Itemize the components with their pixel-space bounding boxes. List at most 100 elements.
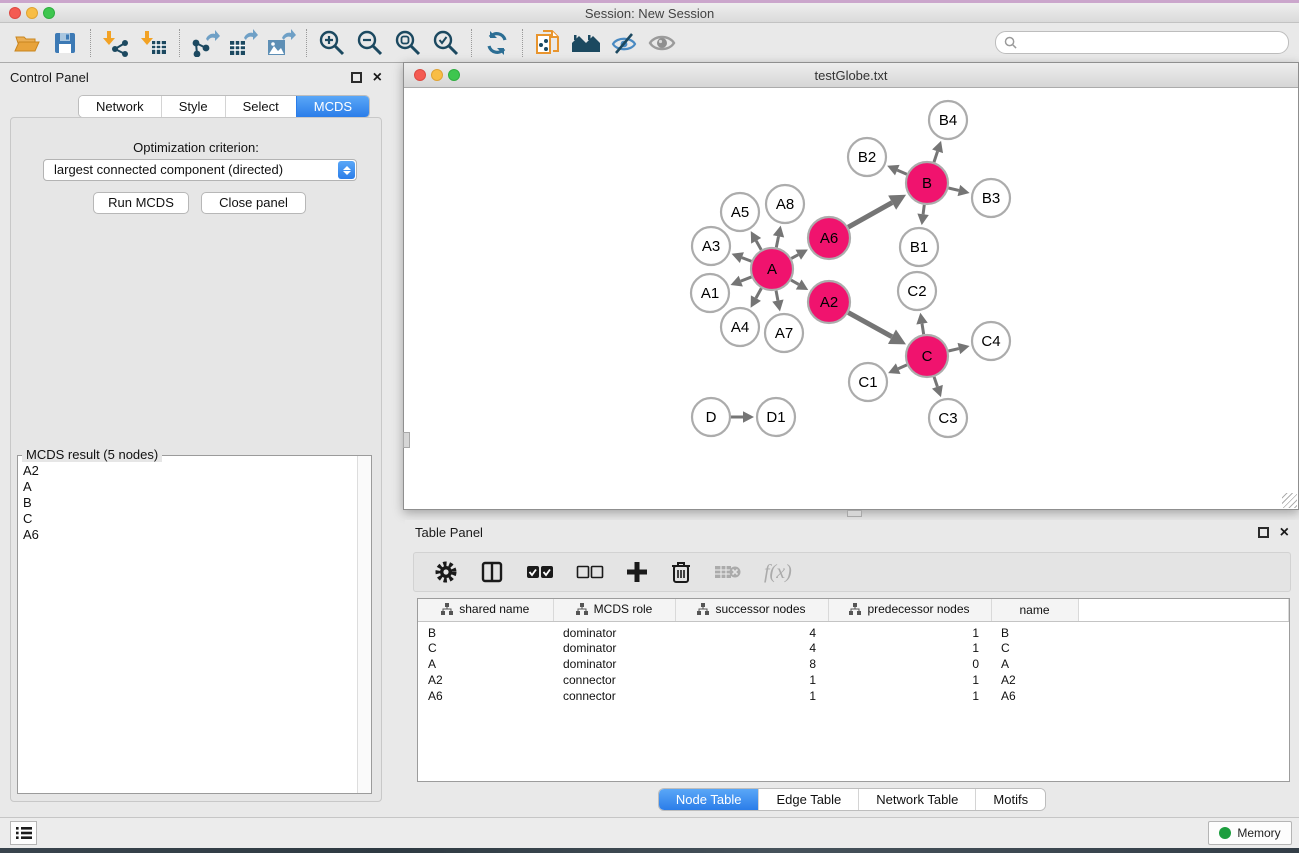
graph-edge-B-B2[interactable]: [897, 170, 907, 174]
graph-edge-A-A1[interactable]: [741, 277, 752, 281]
tab-style[interactable]: Style: [161, 96, 225, 117]
mcds-result-item[interactable]: B: [23, 495, 356, 511]
memory-button[interactable]: Memory: [1208, 821, 1292, 845]
graph-edge-C-C1[interactable]: [898, 365, 907, 369]
table-row[interactable]: A2connector 11 A2: [418, 672, 1289, 688]
column-header-predecessor-nodes[interactable]: predecessor nodes: [828, 599, 991, 621]
graph-node-label: A8: [776, 196, 794, 213]
criterion-select[interactable]: largest connected component (directed): [43, 159, 357, 181]
graph-node-label: A4: [731, 319, 749, 336]
graph-edge-A-A8[interactable]: [776, 236, 778, 247]
table-row[interactable]: Bdominator 41 B: [418, 621, 1289, 640]
zoom-in-button[interactable]: [313, 27, 351, 59]
graph-edge-A-A6[interactable]: [791, 255, 798, 259]
graph-edge-A-A2[interactable]: [791, 280, 799, 284]
column-header-shared-name[interactable]: shared name: [418, 599, 553, 621]
clone-network-button[interactable]: [529, 27, 567, 59]
graph-edge-C-C3[interactable]: [934, 377, 937, 387]
save-disk-icon: [52, 30, 78, 56]
float-table-panel-icon[interactable]: [1258, 527, 1269, 538]
open-session-button[interactable]: [8, 27, 46, 59]
tab-node-table[interactable]: Node Table: [659, 789, 759, 810]
tab-network-table[interactable]: Network Table: [858, 789, 975, 810]
zoom-fit-button[interactable]: [389, 27, 427, 59]
show-graphics-button[interactable]: [643, 27, 681, 59]
table-row[interactable]: Cdominator 41 C: [418, 640, 1289, 656]
graph-edge-A6-B[interactable]: [848, 203, 892, 228]
delete-column-trash-icon[interactable]: [670, 560, 692, 584]
table-panel: Table Panel ×: [405, 520, 1299, 815]
graph-edge-arrowhead: [958, 185, 970, 196]
graph-edge-B-B1[interactable]: [923, 205, 924, 214]
mcds-result-list[interactable]: A2ABCA6: [19, 459, 356, 792]
column-header-name[interactable]: name: [991, 599, 1078, 621]
add-column-icon[interactable]: [626, 561, 648, 583]
home-button[interactable]: [567, 27, 605, 59]
graph-node-label: A1: [701, 285, 719, 302]
graph-edge-arrowhead: [772, 300, 783, 312]
main-titlebar: Session: New Session: [0, 3, 1299, 23]
search-field[interactable]: [995, 31, 1289, 54]
table-row[interactable]: Adominator 80 A: [418, 656, 1289, 672]
float-panel-icon[interactable]: [351, 72, 362, 83]
graph-node-label: A5: [731, 204, 749, 221]
tab-edge-table[interactable]: Edge Table: [758, 789, 858, 810]
graph-edge-A2-C[interactable]: [848, 313, 892, 337]
graph-edge-A-A4[interactable]: [756, 288, 761, 298]
graph-edge-A-A5[interactable]: [756, 241, 761, 250]
table-settings-gear-icon[interactable]: [434, 560, 458, 584]
close-table-panel-icon[interactable]: ×: [1280, 523, 1289, 543]
column-header-successor-nodes[interactable]: successor nodes: [675, 599, 828, 621]
save-session-button[interactable]: [46, 27, 84, 59]
splitter-handle-left[interactable]: [403, 432, 410, 448]
window-resize-grip[interactable]: [1282, 493, 1297, 508]
table-row[interactable]: A6connector 11 A6: [418, 688, 1289, 704]
zoom-out-button[interactable]: [351, 27, 389, 59]
tab-mcds[interactable]: MCDS: [296, 96, 369, 117]
export-network-button[interactable]: [186, 27, 224, 59]
tab-network[interactable]: Network: [79, 96, 161, 117]
graph-edge-B-B3[interactable]: [948, 188, 958, 190]
mcds-result-item[interactable]: C: [23, 511, 356, 527]
delete-table-icon[interactable]: [714, 562, 742, 582]
graph-node-label: B: [922, 175, 932, 192]
close-panel-button[interactable]: Close panel: [201, 192, 306, 214]
splitter-handle-bottom[interactable]: [847, 510, 862, 517]
graph-node-label: B3: [982, 190, 1000, 207]
optimization-criterion-label: Optimization criterion:: [11, 140, 381, 155]
graph-edge-C-C4[interactable]: [948, 349, 958, 351]
network-window-titlebar[interactable]: testGlobe.txt: [404, 63, 1298, 88]
graph-node-label: B2: [858, 149, 876, 166]
clone-network-icon: [534, 28, 562, 58]
graph-edge-C-C2[interactable]: [922, 324, 924, 335]
close-panel-icon[interactable]: ×: [373, 68, 382, 88]
tab-motifs[interactable]: Motifs: [975, 789, 1045, 810]
graph-edge-B-B4[interactable]: [934, 151, 938, 162]
deselect-all-icon[interactable]: [576, 563, 604, 581]
hide-panels-button[interactable]: [605, 27, 643, 59]
export-image-button[interactable]: [262, 27, 300, 59]
show-column-icon[interactable]: [480, 560, 504, 584]
column-header-mcds-role[interactable]: MCDS role: [553, 599, 675, 621]
import-table-button[interactable]: [135, 27, 173, 59]
graph-node-label: D1: [766, 409, 785, 426]
run-mcds-button[interactable]: Run MCDS: [93, 192, 189, 214]
select-all-icon[interactable]: [526, 563, 554, 581]
mcds-result-item[interactable]: A6: [23, 527, 356, 543]
zoom-selected-button[interactable]: [427, 27, 465, 59]
mcds-result-item[interactable]: A2: [23, 463, 356, 479]
graph-node-label: B1: [910, 239, 928, 256]
graph-edge-A-A3[interactable]: [742, 258, 752, 262]
result-scrollbar[interactable]: [357, 456, 371, 793]
function-builder-icon[interactable]: f(x): [764, 561, 792, 584]
graph-node-label: D: [706, 409, 717, 426]
graph-edge-A-A7[interactable]: [776, 291, 778, 301]
refresh-button[interactable]: [478, 27, 516, 59]
export-table-button[interactable]: [224, 27, 262, 59]
mcds-result-item[interactable]: A: [23, 479, 356, 495]
network-canvas[interactable]: B4B2BB3A8A5A6A3B1AC2A1A2A4A7C4CC1DD1C3: [404, 88, 1298, 509]
import-network-button[interactable]: [97, 27, 135, 59]
task-history-button[interactable]: [10, 821, 37, 845]
search-input[interactable]: [1022, 36, 1288, 50]
tab-select[interactable]: Select: [225, 96, 296, 117]
